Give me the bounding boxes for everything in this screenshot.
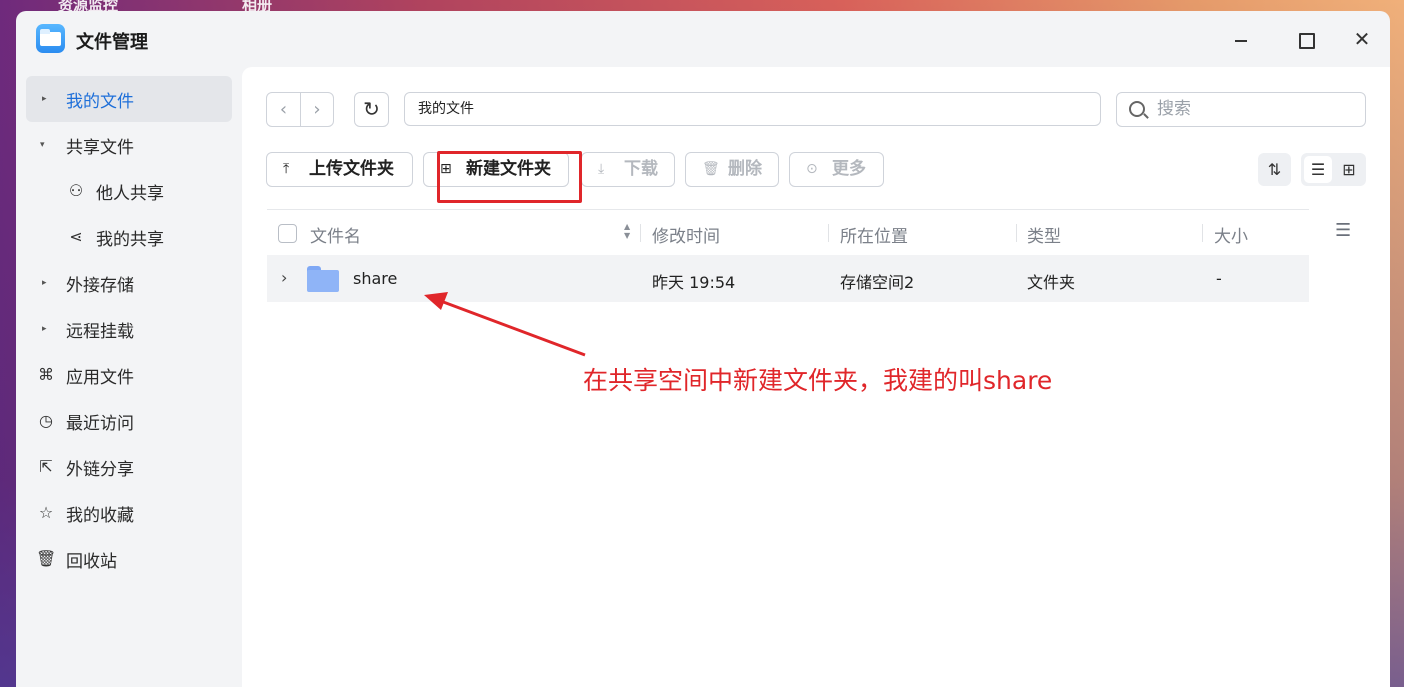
annotation-text: 在共享空间中新建文件夹，我建的叫share bbox=[583, 366, 1053, 395]
annotation-arrow bbox=[424, 292, 586, 357]
